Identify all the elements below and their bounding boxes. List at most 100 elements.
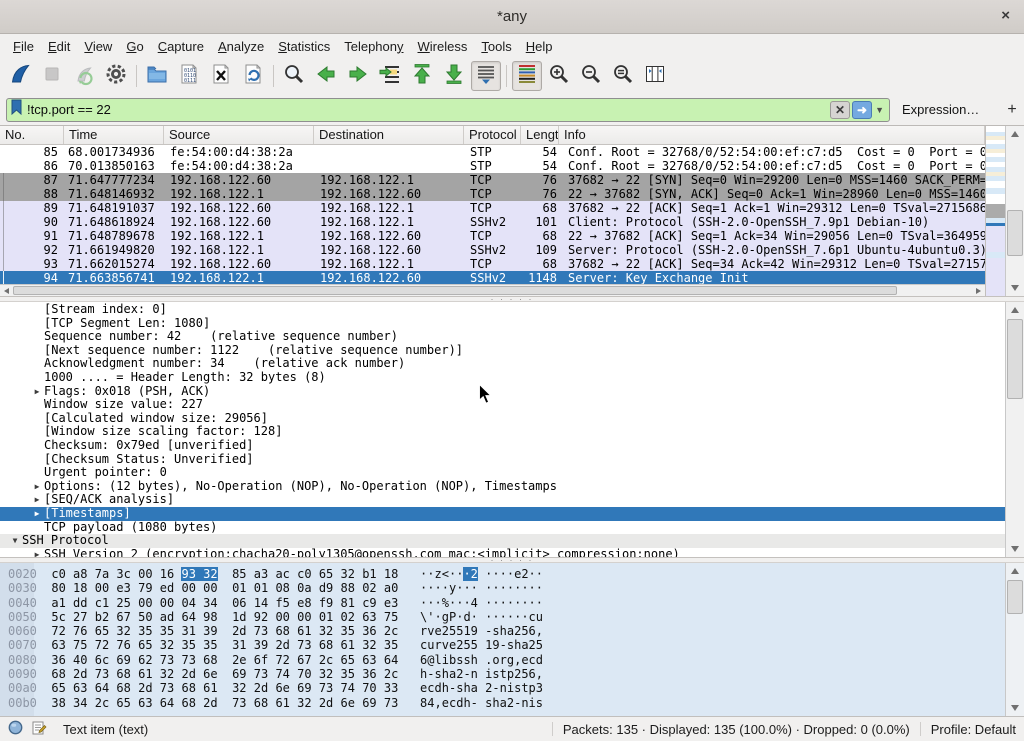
packet-row-91[interactable]: 9171.648789678192.168.122.1192.168.122.6… <box>0 229 985 243</box>
column-header-info[interactable]: Info <box>559 126 985 144</box>
packet-list-minimap[interactable] <box>985 126 1005 296</box>
menu-tools[interactable]: Tools <box>474 37 518 56</box>
packet-row-88[interactable]: 8871.648146932192.168.122.1192.168.122.6… <box>0 187 985 201</box>
v-scroll-thumb[interactable] <box>1007 580 1023 614</box>
detail-line[interactable]: Window size value: 227 <box>0 398 1005 412</box>
details-vertical-scrollbar[interactable] <box>1005 302 1024 557</box>
hex-row-0030[interactable]: 0030 80 18 00 e3 79 ed 00 00 01 01 08 0a… <box>8 581 543 595</box>
close-window-button[interactable]: × <box>1001 8 1010 24</box>
detail-line[interactable]: [Calculated window size: 29056] <box>0 412 1005 426</box>
clear-filter-button[interactable]: ✕ <box>830 101 850 119</box>
expand-arrow-icon[interactable]: ▶ <box>30 480 44 494</box>
expand-arrow-icon[interactable]: ▶ <box>30 507 44 521</box>
collapse-arrow-icon[interactable]: ▼ <box>8 534 22 548</box>
menu-telephony[interactable]: Telephony <box>337 37 410 56</box>
packet-row-93[interactable]: 9371.662015274192.168.122.60192.168.122.… <box>0 257 985 271</box>
detail-line[interactable]: ▶Options: (12 bytes), No-Operation (NOP)… <box>0 480 1005 494</box>
reload-file-button[interactable] <box>238 61 268 91</box>
detail-line[interactable]: ▶[Timestamps] <box>0 507 1005 521</box>
go-back-button[interactable] <box>311 61 341 91</box>
menu-go[interactable]: Go <box>119 37 150 56</box>
v-scroll-thumb[interactable] <box>1007 210 1023 256</box>
expert-info-icon[interactable] <box>8 720 23 738</box>
detail-line[interactable]: [Checksum Status: Unverified] <box>0 453 1005 467</box>
hex-row-0020[interactable]: 0020 c0 a8 7a 3c 00 16 93 32 85 a3 ac c0… <box>8 567 543 581</box>
packet-row-94[interactable]: 9471.663856741192.168.122.1192.168.122.6… <box>0 271 985 284</box>
bookmark-icon[interactable] <box>10 99 23 120</box>
hex-row-0070[interactable]: 0070 63 75 72 76 65 32 35 35 31 39 2d 73… <box>8 638 543 652</box>
hex-row-0080[interactable]: 0080 36 40 6c 69 62 73 73 68 2e 6f 72 67… <box>8 653 543 667</box>
scroll-down-arrow[interactable] <box>1011 546 1019 552</box>
scroll-up-arrow[interactable] <box>1011 307 1019 313</box>
packet-row-87[interactable]: 8771.647777234192.168.122.60192.168.122.… <box>0 173 985 187</box>
packet-row-86[interactable]: 8670.013850163fe:54:00:d4:38:2aSTP54Conf… <box>0 159 985 173</box>
start-capture-button[interactable] <box>5 61 35 91</box>
filter-text[interactable]: !tcp.port == 22 <box>23 102 828 117</box>
detail-line[interactable]: ▶SSH Version 2 (encryption:chacha20-poly… <box>0 548 1005 558</box>
open-file-button[interactable] <box>142 61 172 91</box>
scroll-down-arrow[interactable] <box>1011 285 1019 291</box>
expand-arrow-icon[interactable]: ▶ <box>30 385 44 399</box>
expression-button[interactable]: Expression… <box>902 102 979 117</box>
capture-comment-icon[interactable] <box>31 720 47 739</box>
menu-analyze[interactable]: Analyze <box>211 37 271 56</box>
packet-list-vertical-scrollbar[interactable] <box>1005 126 1024 296</box>
go-to-packet-button[interactable] <box>375 61 405 91</box>
packet-row-85[interactable]: 8568.001734936fe:54:00:d4:38:2aSTP54Conf… <box>0 145 985 159</box>
display-filter-input[interactable]: !tcp.port == 22 ✕ ➜ ▼ <box>6 98 890 122</box>
scroll-down-arrow[interactable] <box>1011 705 1019 711</box>
packet-list-header[interactable]: No.TimeSourceDestinationProtocolLengthIn… <box>0 126 985 145</box>
column-header-source[interactable]: Source <box>164 126 314 144</box>
zoom-reset-button[interactable] <box>608 61 638 91</box>
auto-scroll-button[interactable] <box>471 61 501 91</box>
detail-line[interactable]: [Next sequence number: 1122 (relative se… <box>0 344 1005 358</box>
packet-row-90[interactable]: 9071.648618924192.168.122.60192.168.122.… <box>0 215 985 229</box>
stop-capture-button[interactable] <box>37 61 67 91</box>
expand-arrow-icon[interactable]: ▶ <box>30 493 44 507</box>
add-filter-button[interactable]: + <box>1001 101 1022 119</box>
detail-line[interactable]: Urgent pointer: 0 <box>0 466 1005 480</box>
scroll-up-arrow[interactable] <box>1011 568 1019 574</box>
hex-row-0050[interactable]: 0050 5c 27 b2 67 50 ad 64 98 1d 92 00 00… <box>8 610 543 624</box>
detail-line[interactable]: ▼SSH Protocol <box>0 534 1005 548</box>
capture-options-button[interactable] <box>101 61 131 91</box>
profile-label[interactable]: Profile: Default <box>931 722 1016 737</box>
hex-row-0060[interactable]: 0060 72 76 65 32 35 35 31 39 2d 73 68 61… <box>8 624 543 638</box>
hex-dump[interactable]: 0020 c0 a8 7a 3c 00 16 93 32 85 a3 ac c0… <box>8 567 543 710</box>
detail-line[interactable]: 1000 .... = Header Length: 32 bytes (8) <box>0 371 1005 385</box>
detail-line[interactable]: Acknowledgment number: 34 (relative ack … <box>0 357 1005 371</box>
menu-capture[interactable]: Capture <box>151 37 211 56</box>
detail-line[interactable]: TCP payload (1080 bytes) <box>0 521 1005 535</box>
bytes-vertical-scrollbar[interactable] <box>1005 563 1024 716</box>
menu-edit[interactable]: Edit <box>41 37 77 56</box>
column-header-destination[interactable]: Destination <box>314 126 464 144</box>
v-scroll-thumb[interactable] <box>1007 319 1023 399</box>
detail-line[interactable]: ▶Flags: 0x018 (PSH, ACK) <box>0 385 1005 399</box>
hex-row-00b0[interactable]: 00b0 38 34 2c 65 63 64 68 2d 73 68 61 32… <box>8 696 543 710</box>
find-packet-button[interactable] <box>279 61 309 91</box>
detail-line[interactable]: [Window size scaling factor: 128] <box>0 425 1005 439</box>
column-header-no[interactable]: No. <box>0 126 64 144</box>
menu-statistics[interactable]: Statistics <box>271 37 337 56</box>
column-header-length[interactable]: Length <box>521 126 559 144</box>
zoom-out-button[interactable] <box>576 61 606 91</box>
detail-line[interactable]: ▶[SEQ/ACK analysis] <box>0 493 1005 507</box>
h-scroll-thumb[interactable] <box>13 286 897 295</box>
go-last-packet-button[interactable] <box>439 61 469 91</box>
save-file-button[interactable]: 010101100111 <box>174 61 204 91</box>
colorize-packets-button[interactable] <box>512 61 542 91</box>
menu-view[interactable]: View <box>77 37 119 56</box>
hex-row-00a0[interactable]: 00a0 65 63 64 68 2d 73 68 61 32 2d 6e 69… <box>8 681 543 695</box>
restart-capture-button[interactable] <box>69 61 99 91</box>
menu-wireless[interactable]: Wireless <box>411 37 475 56</box>
hex-row-0040[interactable]: 0040 a1 dd c1 25 00 00 04 34 06 14 f5 e8… <box>8 596 543 610</box>
packet-row-92[interactable]: 9271.661949820192.168.122.1192.168.122.6… <box>0 243 985 257</box>
detail-line[interactable]: [Stream index: 0] <box>0 303 1005 317</box>
zoom-in-button[interactable] <box>544 61 574 91</box>
scroll-right-arrow[interactable] <box>976 288 981 294</box>
go-forward-button[interactable] <box>343 61 373 91</box>
detail-line[interactable]: [TCP Segment Len: 1080] <box>0 317 1005 331</box>
close-file-button[interactable] <box>206 61 236 91</box>
expand-arrow-icon[interactable]: ▶ <box>30 548 44 558</box>
resize-columns-button[interactable] <box>640 61 670 91</box>
